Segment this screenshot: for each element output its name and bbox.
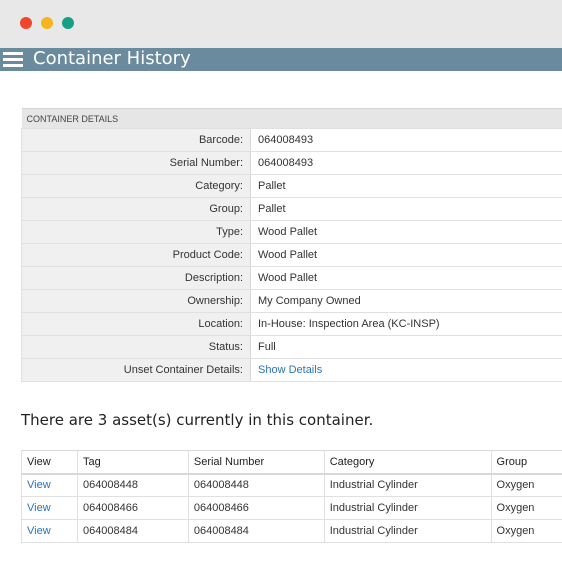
detail-value: Wood Pallet <box>250 243 562 267</box>
view-link[interactable]: View <box>27 479 51 491</box>
detail-value: My Company Owned <box>250 289 562 313</box>
detail-row-barcode: Barcode: 064008493 <box>21 128 562 152</box>
assets-table: View Tag Serial Number Category Group Vi… <box>21 450 562 543</box>
container-details-table: CONTAINER DETAILS Barcode: 064008493 Ser… <box>21 108 562 382</box>
detail-row-category: Category: Pallet <box>21 174 562 198</box>
column-header-group[interactable]: Group <box>490 450 562 475</box>
group-cell: Oxygen <box>490 473 562 497</box>
app-header: Container History <box>0 48 562 71</box>
tag-cell: 064008484 <box>76 519 189 543</box>
page-title: Container History <box>33 48 191 69</box>
column-header-serial-number[interactable]: Serial Number <box>187 450 325 475</box>
detail-label: Description: <box>21 266 251 290</box>
serial-cell: 064008448 <box>187 473 325 497</box>
detail-value: Show Details <box>250 358 562 382</box>
details-section-header: CONTAINER DETAILS <box>21 108 562 129</box>
tag-cell: 064008448 <box>76 473 189 497</box>
category-cell: Industrial Cylinder <box>323 473 492 497</box>
detail-value: 064008493 <box>250 128 562 152</box>
detail-label: Location: <box>21 312 251 336</box>
table-row: View 064008448 064008448 Industrial Cyli… <box>21 473 562 497</box>
serial-cell: 064008484 <box>187 519 325 543</box>
detail-value: Full <box>250 335 562 359</box>
detail-value: In-House: Inspection Area (KC-INSP) <box>250 312 562 336</box>
column-header-category[interactable]: Category <box>323 450 492 475</box>
section-title: CONTAINER DETAILS <box>21 108 562 129</box>
assets-table-header: View Tag Serial Number Category Group <box>21 450 562 475</box>
detail-value: Wood Pallet <box>250 220 562 244</box>
detail-value: Pallet <box>250 197 562 221</box>
group-cell: Oxygen <box>490 519 562 543</box>
table-row: View 064008484 064008484 Industrial Cyli… <box>21 519 562 543</box>
category-cell: Industrial Cylinder <box>323 519 492 543</box>
detail-row-ownership: Ownership: My Company Owned <box>21 289 562 313</box>
detail-row-group: Group: Pallet <box>21 197 562 221</box>
detail-label: Barcode: <box>21 128 251 152</box>
detail-value: 064008493 <box>250 151 562 175</box>
detail-row-status: Status: Full <box>21 335 562 359</box>
window-close-button[interactable] <box>20 17 32 29</box>
window-maximize-button[interactable] <box>62 17 74 29</box>
detail-label: Type: <box>21 220 251 244</box>
view-cell: View <box>21 473 78 497</box>
detail-value: Wood Pallet <box>250 266 562 290</box>
group-cell: Oxygen <box>490 496 562 520</box>
detail-row-serial-number: Serial Number: 064008493 <box>21 151 562 175</box>
detail-label: Category: <box>21 174 251 198</box>
detail-label: Ownership: <box>21 289 251 313</box>
detail-row-type: Type: Wood Pallet <box>21 220 562 244</box>
tag-cell: 064008466 <box>76 496 189 520</box>
view-cell: View <box>21 496 78 520</box>
hamburger-menu-icon[interactable] <box>3 52 23 68</box>
column-header-view[interactable]: View <box>21 450 78 475</box>
detail-row-unset-container-details: Unset Container Details: Show Details <box>21 358 562 382</box>
detail-row-location: Location: In-House: Inspection Area (KC-… <box>21 312 562 336</box>
view-link[interactable]: View <box>27 525 51 537</box>
show-details-link[interactable]: Show Details <box>258 364 322 376</box>
table-row: View 064008466 064008466 Industrial Cyli… <box>21 496 562 520</box>
detail-row-product-code: Product Code: Wood Pallet <box>21 243 562 267</box>
detail-label: Status: <box>21 335 251 359</box>
detail-row-description: Description: Wood Pallet <box>21 266 562 290</box>
window-titlebar <box>0 0 562 48</box>
view-link[interactable]: View <box>27 502 51 514</box>
detail-label: Unset Container Details: <box>21 358 251 382</box>
assets-count-heading: There are 3 asset(s) currently in this c… <box>21 411 374 429</box>
column-header-tag[interactable]: Tag <box>76 450 189 475</box>
detail-label: Group: <box>21 197 251 221</box>
serial-cell: 064008466 <box>187 496 325 520</box>
view-cell: View <box>21 519 78 543</box>
detail-label: Product Code: <box>21 243 251 267</box>
window-minimize-button[interactable] <box>41 17 53 29</box>
detail-value: Pallet <box>250 174 562 198</box>
detail-label: Serial Number: <box>21 151 251 175</box>
category-cell: Industrial Cylinder <box>323 496 492 520</box>
